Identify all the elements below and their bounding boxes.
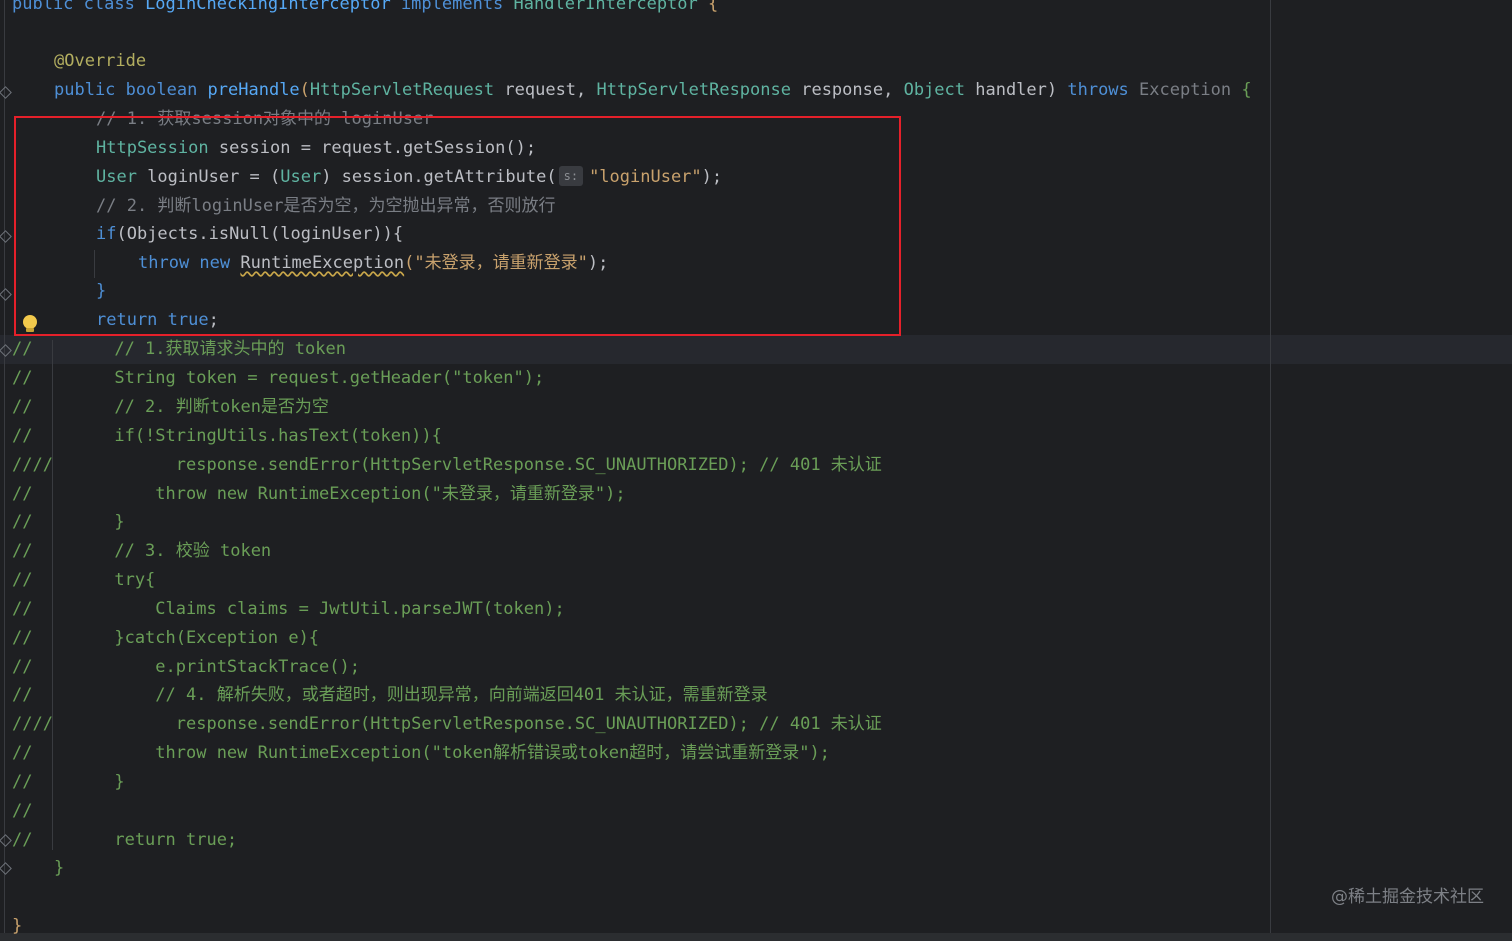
lightbulb-icon[interactable] [23,315,37,329]
watermark: @稀土掘金技术社区 [1331,887,1484,907]
code-line-commented: // [12,801,33,821]
code-editor[interactable]: public class LoginCheckingInterceptor im… [0,0,1512,936]
code-line-method-signature: public boolean preHandle(HttpServletRequ… [54,80,1252,100]
code-line-commented: // throw new RuntimeException("未登录，请重新登录… [12,484,626,504]
code-line-annotation: @Override [54,51,147,71]
code-line-commented: // e.printStackTrace(); [12,657,360,677]
fold-marker-icon[interactable] [0,86,12,99]
code-line-commented: // } [12,512,125,532]
code-line-commented: // } [12,772,125,792]
fold-marker-icon[interactable] [0,230,12,243]
right-margin-guide [1270,0,1271,933]
code-line-commented: // Claims claims = JwtUtil.parseJWT(toke… [12,599,565,619]
fold-marker-icon[interactable] [0,834,12,847]
gutter-divider [4,0,5,933]
code-line-commented: // try{ [12,570,156,590]
code-line-commented: // // 4. 解析失败，或者超时，则出现异常，向前端返回401 未认证，需重… [12,685,768,705]
code-line-class-close: } [12,916,23,936]
code-line-commented: // }catch(Exception e){ [12,628,320,648]
code-line-commented: // // 2. 判断token是否为空 [12,397,329,417]
code-line-commented: // if(!StringUtils.hasText(token)){ [12,426,442,446]
highlight-box [14,116,901,336]
code-line-commented: // // 1.获取请求头中的 token [12,339,346,359]
lightbulb-base [26,328,34,332]
code-line-method-close: } [54,858,65,878]
code-line-commented: // return true; [12,830,238,850]
code-line-commented: // // 3. 校验 token [12,541,272,561]
fold-marker-icon[interactable] [0,288,12,301]
code-line-class-decl: public class LoginCheckingInterceptor im… [12,0,719,14]
code-line-commented: //// response.sendError(HttpServletRespo… [12,714,882,734]
code-line-commented: //// response.sendError(HttpServletRespo… [12,455,882,475]
fold-marker-icon[interactable] [0,862,12,875]
code-line-commented: // String token = request.getHeader("tok… [12,368,545,388]
code-line-commented: // throw new RuntimeException("token解析错误… [12,743,830,763]
